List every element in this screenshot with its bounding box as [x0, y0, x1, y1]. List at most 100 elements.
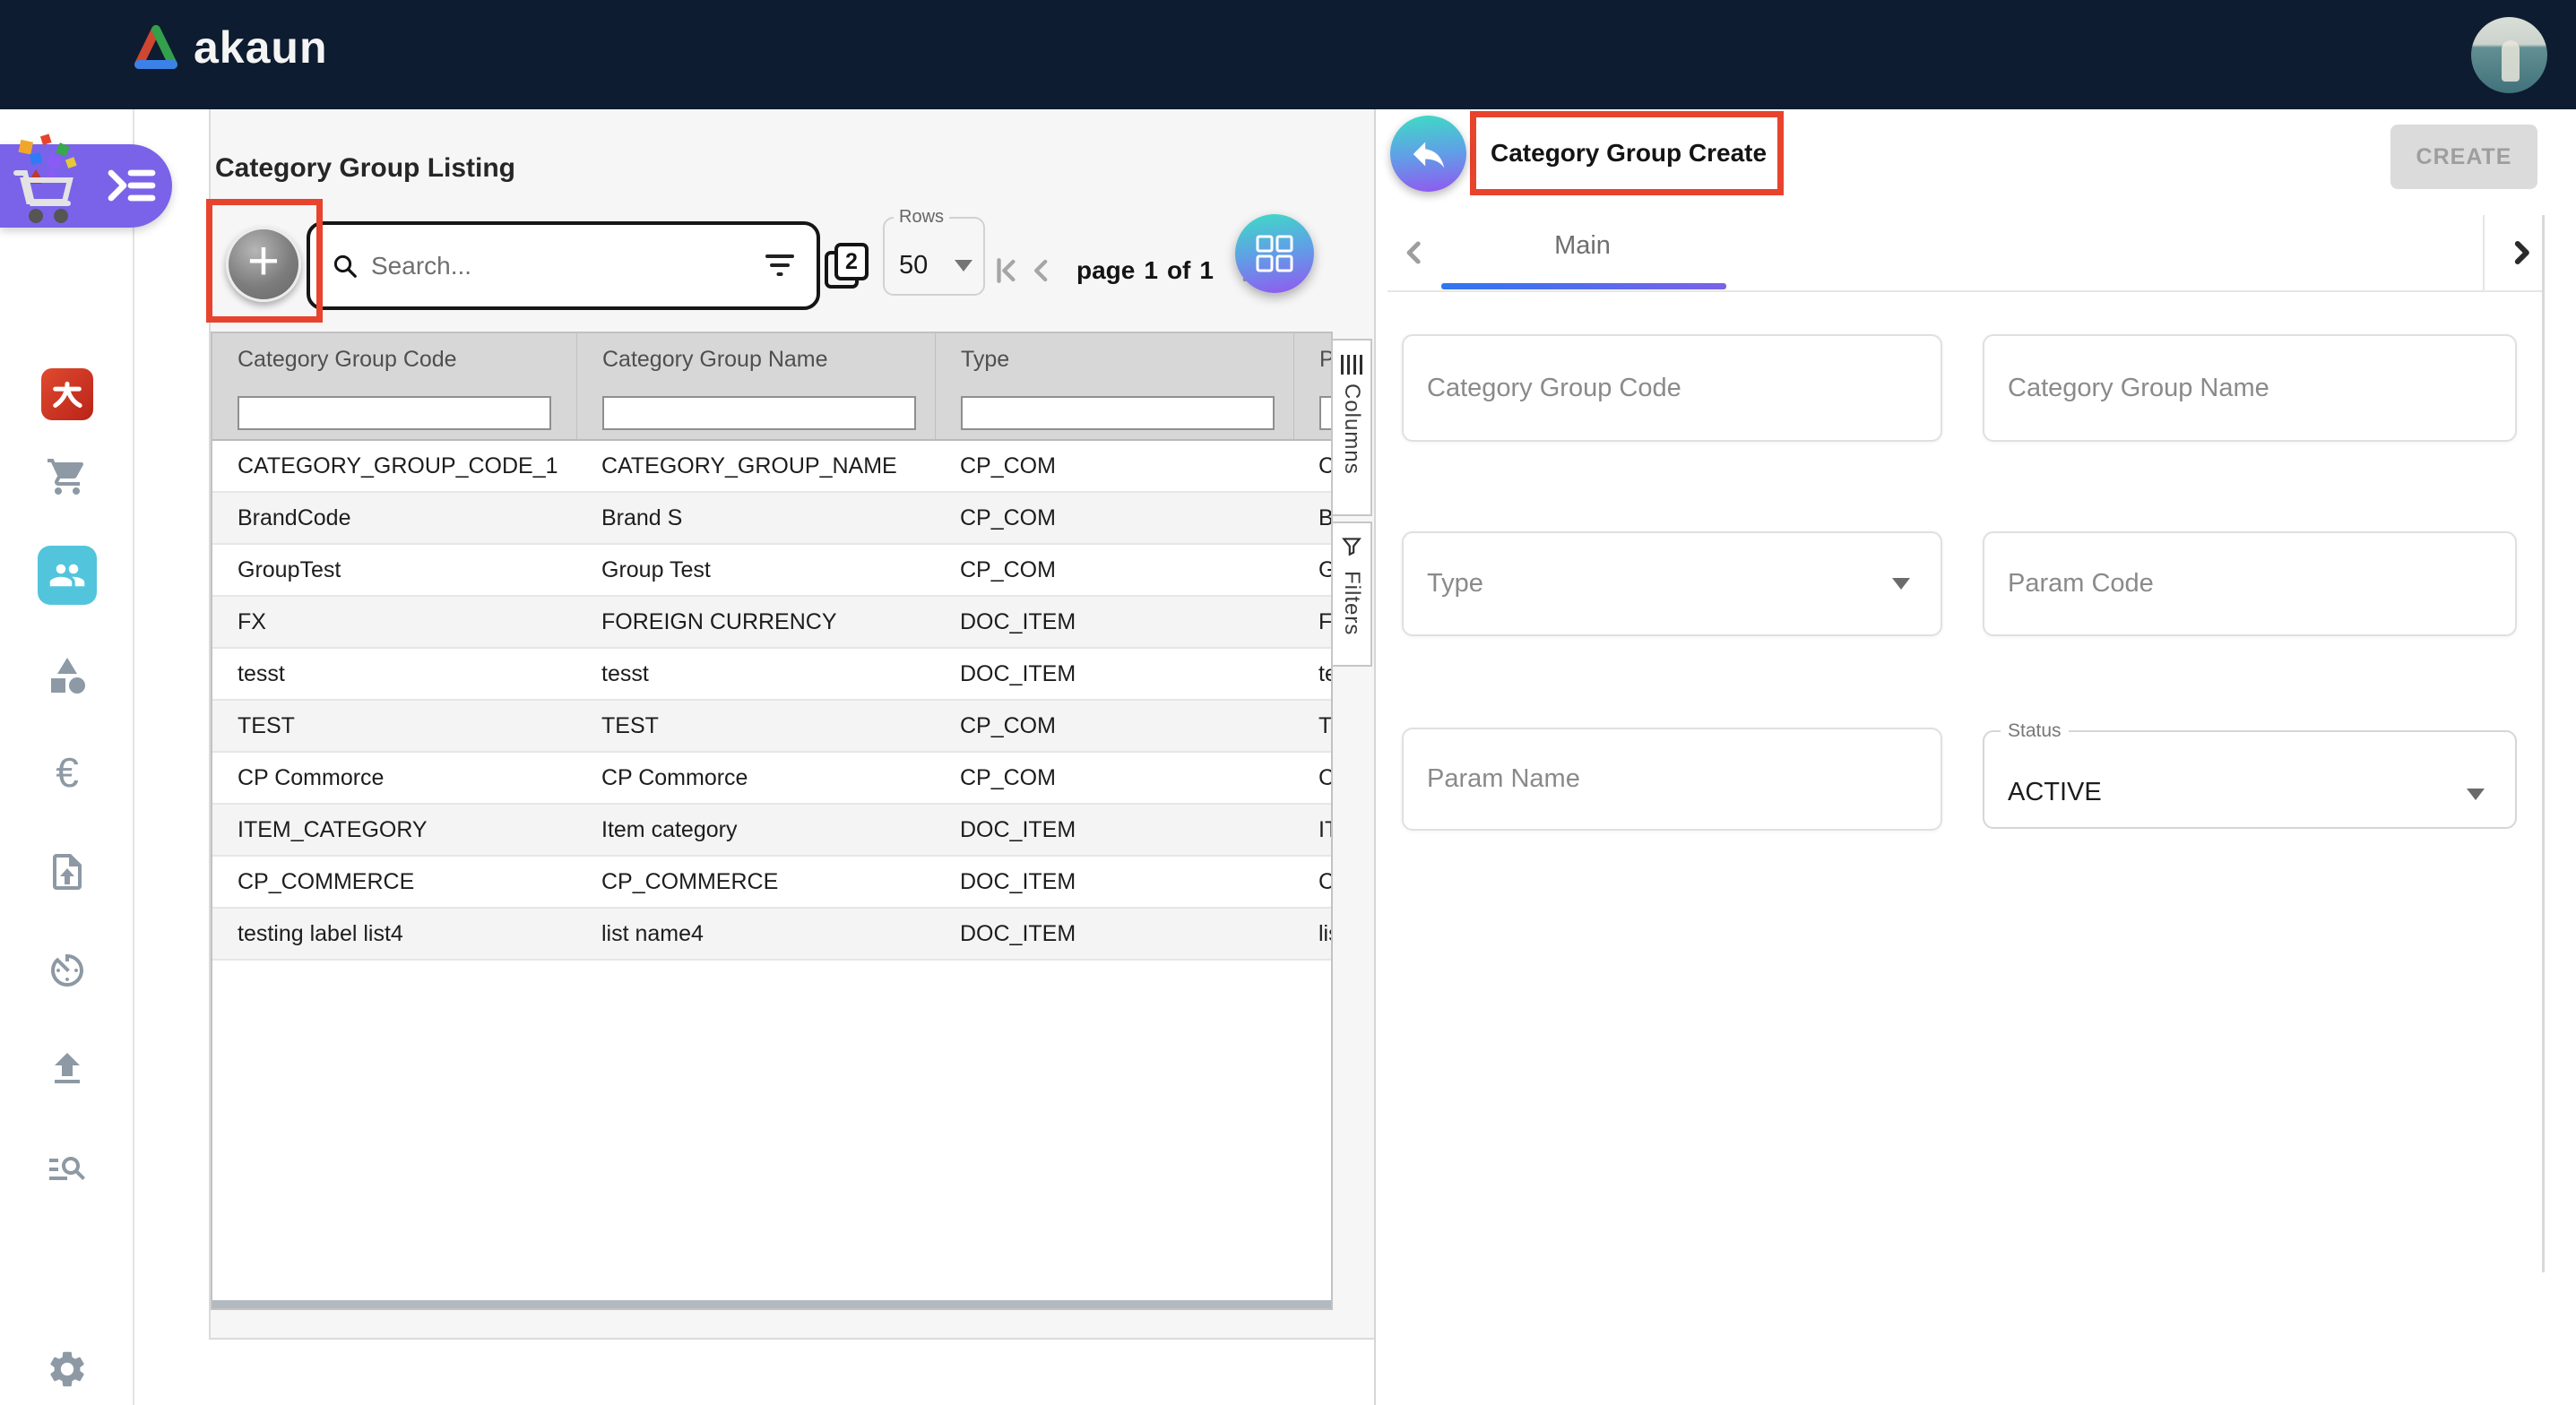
table-row[interactable]: TESTTESTCP_COMTEST — [212, 701, 1333, 753]
annotation-box-create-title: Category Group Create — [1470, 111, 1784, 195]
table-row[interactable]: FXFOREIGN CURRENCYDOC_ITEMFX — [212, 597, 1333, 649]
plus-icon: + — [247, 235, 280, 289]
app-banner — [0, 144, 172, 228]
app-root: akaun € — [0, 0, 2576, 1405]
rows-label: Rows — [894, 207, 949, 228]
table-cell: CP_COMMERCE — [576, 869, 935, 895]
tab-strip: Main — [1387, 215, 2544, 292]
category-shapes-icon — [46, 654, 89, 697]
param-name-input[interactable] — [1404, 729, 1941, 829]
table-cell: CP_COM — [935, 557, 1293, 583]
column-header: Param Code — [1293, 333, 1333, 385]
table-cell: ITEM_CATEGORY — [1293, 817, 1333, 843]
cart-confetti-logo — [5, 134, 95, 234]
table-row[interactable]: ITEM_CATEGORYItem categoryDOC_ITEMITEM_C… — [212, 805, 1333, 857]
table-cell: Brand S — [576, 505, 935, 531]
filter-list-icon[interactable] — [765, 253, 795, 280]
column-filter-input[interactable] — [602, 396, 916, 430]
upload-icon — [46, 1047, 89, 1090]
column-header: Type — [935, 333, 1293, 385]
columns-tab[interactable]: Columns — [1331, 339, 1372, 516]
create-button[interactable]: CREATE — [2390, 125, 2537, 189]
table-cell: FOREIGN CURRENCY — [576, 609, 935, 635]
status-select[interactable]: Status ACTIVE — [1983, 720, 2517, 829]
sidebar-item-currency[interactable]: € — [0, 751, 134, 794]
column-header: Category Group Code — [212, 333, 576, 385]
table-cell: CP_COM — [935, 505, 1293, 531]
filters-tab[interactable]: Filters — [1331, 521, 1372, 667]
sidebar-item-settings[interactable] — [0, 1348, 134, 1391]
filters-tab-label: Filters — [1339, 571, 1364, 635]
table-row[interactable]: BrandCodeBrand SCP_COMBrandCode — [212, 493, 1333, 545]
create-panel: Category Group Create CREATE Main Type — [1376, 109, 2576, 1405]
column-filter-input[interactable] — [238, 396, 551, 430]
user-avatar[interactable] — [2471, 17, 2547, 93]
search-input[interactable] — [371, 252, 765, 280]
tabs-scroll-right-button[interactable] — [2503, 235, 2539, 271]
sidebar-item-upload[interactable] — [0, 1047, 134, 1090]
page-indicator: page1of1 — [1072, 256, 1218, 285]
gear-icon — [46, 1348, 89, 1391]
table-row[interactable]: GroupTestGroup TestCP_COMGroupTest — [212, 545, 1333, 597]
table-cell: TEST — [212, 713, 576, 739]
sidebar-item-timer[interactable] — [0, 949, 134, 992]
category-group-code-input[interactable] — [1404, 336, 1941, 440]
grid-view-button[interactable] — [1235, 214, 1314, 293]
status-value: ACTIVE — [2008, 778, 2102, 807]
current-page: 1 — [1144, 256, 1158, 284]
table-cell: CP_COMMERCE — [212, 869, 576, 895]
total-pages: 1 — [1199, 256, 1214, 284]
collapse-menu-icon[interactable] — [108, 168, 156, 203]
active-tab-underline — [1441, 283, 1726, 289]
table-cell: CP_COM — [935, 453, 1293, 479]
type-select[interactable]: Type — [1402, 531, 1942, 636]
logo-triangle-icon — [131, 23, 181, 72]
sidebar-item-people-active[interactable] — [38, 546, 97, 605]
table-cell: CATEGORY_GROUP_CODE_1 — [1293, 453, 1333, 479]
rows-selector[interactable]: Rows 50 — [883, 207, 985, 296]
table-cell: CP Commorce — [576, 765, 935, 791]
table-cell: tesst — [576, 661, 935, 687]
table-cell: CP Commorce — [212, 765, 576, 791]
tab-main[interactable]: Main — [1495, 231, 1670, 261]
tabs-scroll-left-button[interactable] — [1396, 235, 1432, 271]
sidebar-item-list-search[interactable] — [0, 1146, 134, 1189]
table-cell: TEST — [1293, 713, 1333, 739]
filter-funnel-icon — [1340, 534, 1363, 562]
table-cell: GroupTest — [1293, 557, 1333, 583]
prev-page-button[interactable] — [1024, 253, 1059, 289]
table-cell: CP_COM — [935, 765, 1293, 791]
list-search-icon — [46, 1146, 89, 1189]
grid-icon — [1255, 234, 1294, 273]
add-button[interactable]: + — [226, 227, 301, 302]
vertical-scrollbar[interactable] — [2542, 215, 2545, 1272]
rows-value: 50 — [899, 251, 928, 280]
sidebar: € — [0, 109, 134, 1405]
back-button[interactable] — [1390, 116, 1466, 192]
multi-page-icon[interactable]: 2 — [825, 243, 871, 289]
table-row[interactable]: CP CommorceCP CommorceCP_COMCP Commorce — [212, 753, 1333, 805]
sidebar-item-category[interactable] — [0, 654, 134, 697]
category-group-name-input[interactable] — [1984, 336, 2515, 440]
table-cell: CATEGORY_GROUP_NAME — [576, 453, 935, 479]
horizontal-scrollbar[interactable] — [212, 1300, 1331, 1308]
sidebar-item-cart[interactable] — [0, 455, 134, 498]
table-cell: Item category — [576, 817, 935, 843]
table-row[interactable]: CATEGORY_GROUP_CODE_1 CATEGORY_GROUP_NAME… — [212, 441, 1333, 493]
first-page-button[interactable] — [988, 253, 1024, 289]
columns-tab-label: Columns — [1339, 384, 1364, 475]
column-filter-input[interactable] — [961, 396, 1275, 430]
category-group-table: Category Group CodeCategory Group NameTy… — [211, 332, 1333, 1310]
big-red-app-icon — [49, 376, 85, 412]
table-row[interactable]: testing label list4list name4DOC_ITEMlis… — [212, 909, 1333, 961]
page-title: Category Group Listing — [215, 153, 515, 184]
sidebar-item-file-upload[interactable] — [0, 850, 134, 893]
param-code-input[interactable] — [1984, 533, 2515, 634]
table-cell: tesst — [212, 661, 576, 687]
table-row[interactable]: tessttesstDOC_ITEMtesst — [212, 649, 1333, 701]
table-cell: FX — [212, 609, 576, 635]
sidebar-item-bigapp[interactable] — [41, 368, 93, 420]
param-name-field-wrap — [1402, 728, 1942, 831]
table-row[interactable]: CP_COMMERCECP_COMMERCEDOC_ITEMCP_COMMERC… — [212, 857, 1333, 909]
type-select-placeholder: Type — [1404, 533, 1941, 634]
